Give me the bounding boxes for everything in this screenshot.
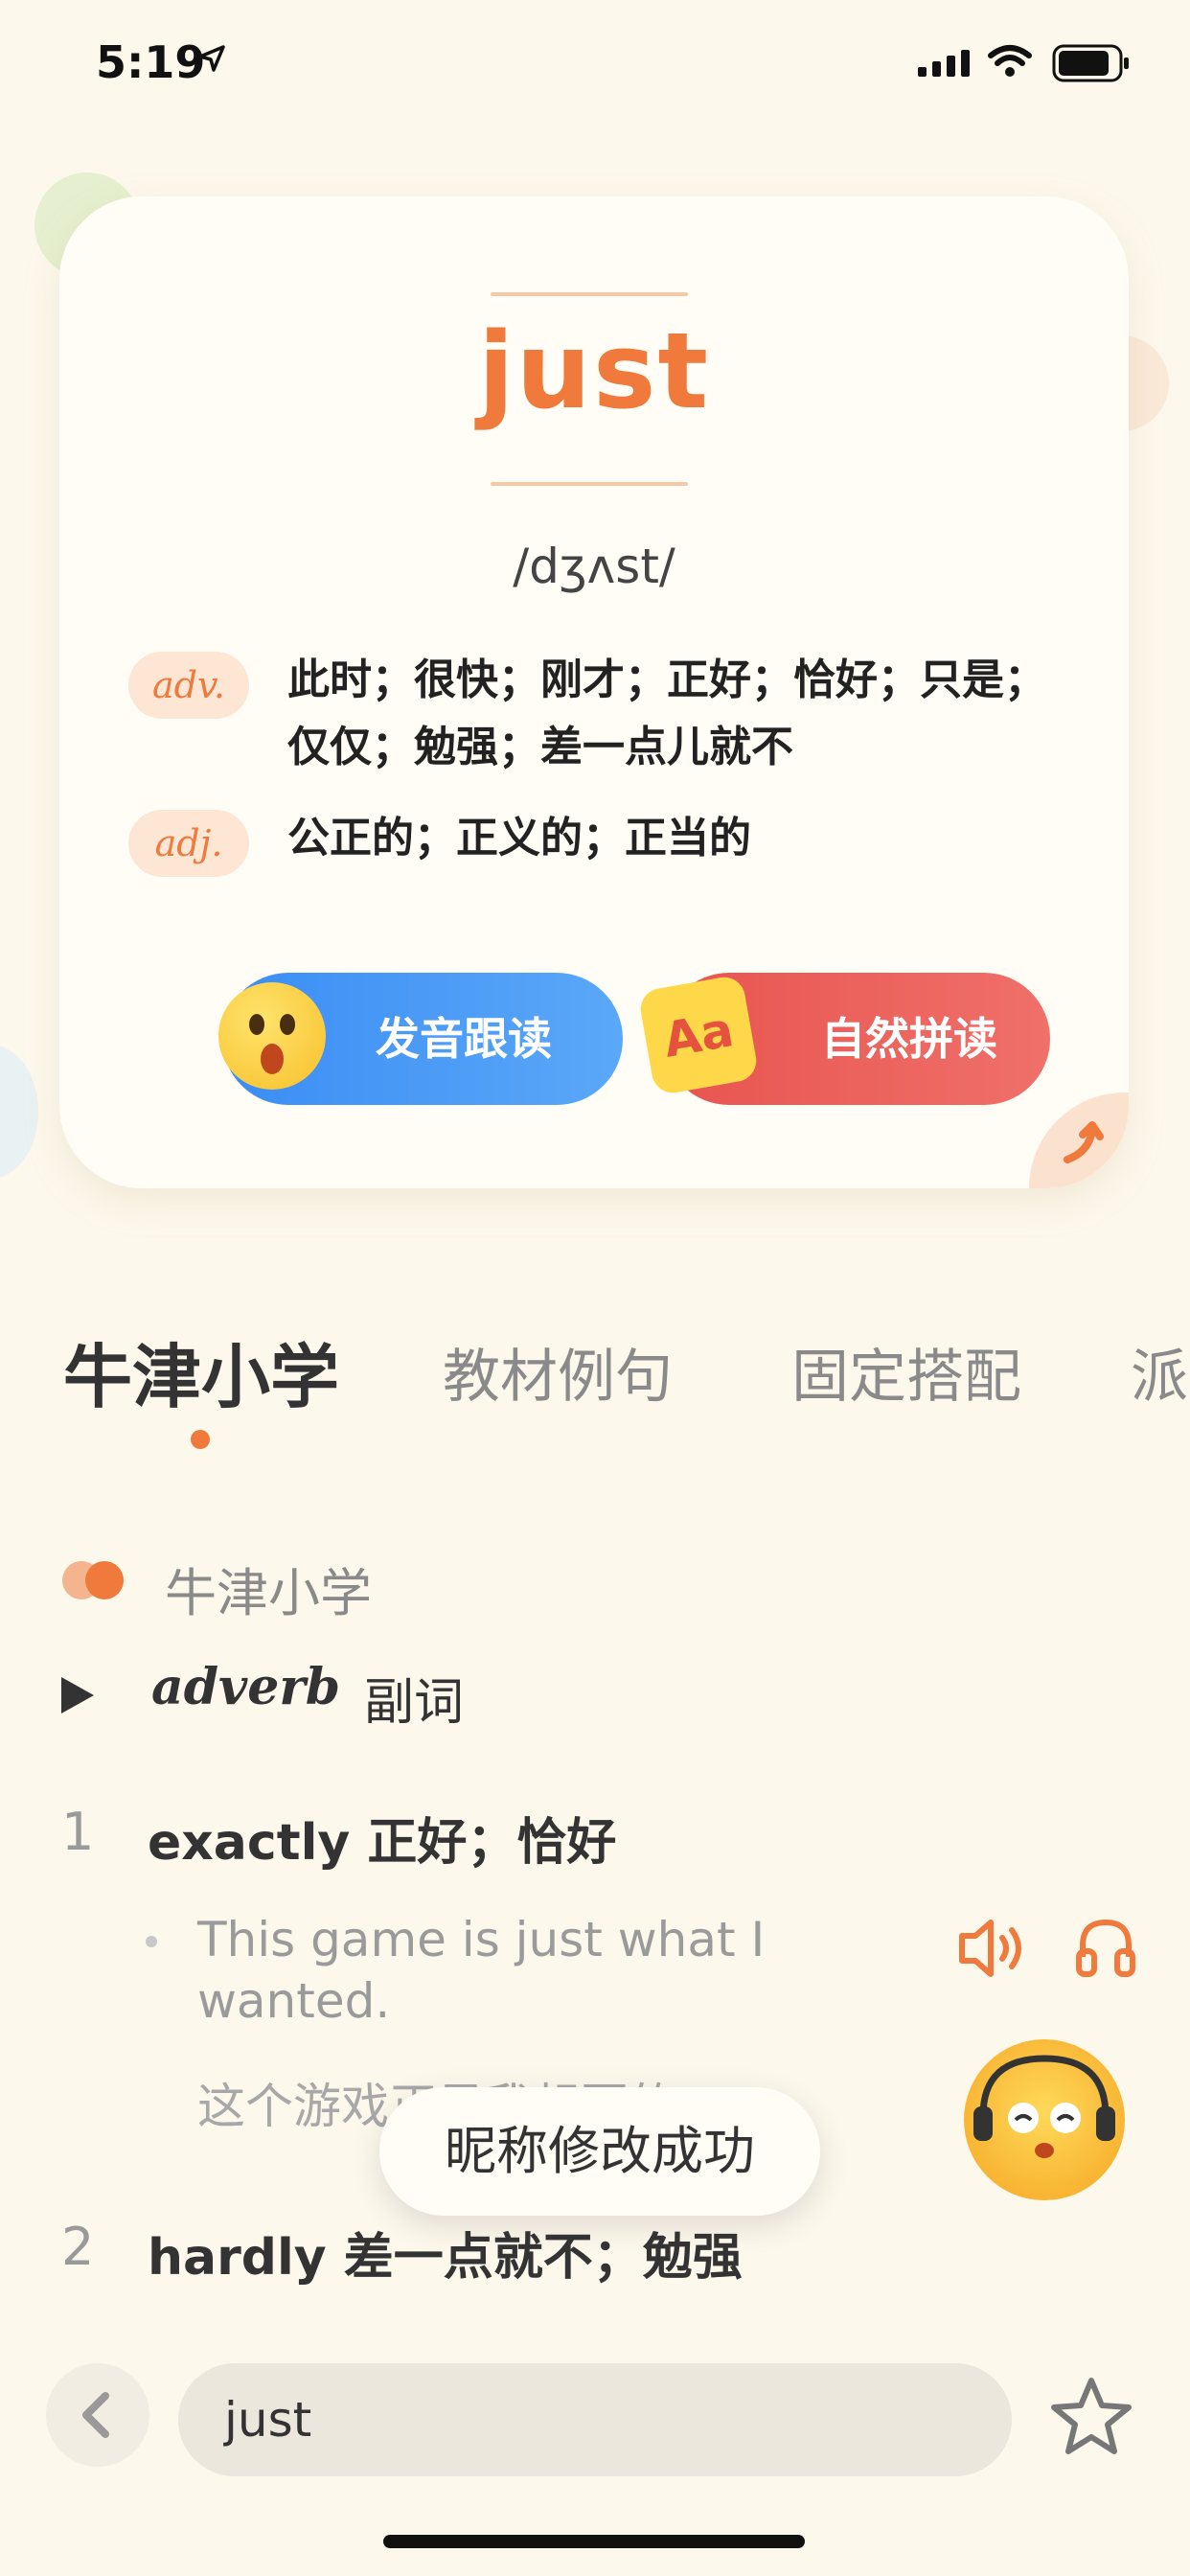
example-bullet: [146, 1936, 157, 1947]
example-sentence-en: This game is just what I wanted.: [197, 1912, 766, 2029]
definition-adj: 公正的；正义的；正当的: [287, 814, 751, 862]
pos-tag-adj: adj.: [128, 810, 249, 877]
tab-oxford-primary[interactable]: 牛津小学: [63, 1321, 339, 1421]
sense-number-2: 2: [61, 2217, 95, 2277]
tab-textbook-examples[interactable]: 教材例句: [443, 1330, 673, 1414]
play-icon[interactable]: [61, 1677, 94, 1714]
pos-tag-adv: adv.: [128, 652, 249, 719]
headword: just: [477, 310, 711, 432]
word-card: just /dʒʌst/ adv. 此时；很快；刚才；正好；恰好；只是；仅仅；勉…: [59, 196, 1129, 1188]
curl-arrow-icon: [1064, 1121, 1104, 1163]
toast-message: 昵称修改成功: [379, 2087, 820, 2216]
phonetic[interactable]: /dʒʌst/: [59, 539, 1129, 594]
status-bar: 5:19: [0, 0, 1190, 125]
headphone-icon[interactable]: [1075, 1915, 1136, 1978]
word-top-line: [491, 292, 688, 296]
sense-number-1: 1: [61, 1802, 95, 1862]
search-input[interactable]: just: [178, 2363, 1012, 2476]
definition-adv: 此时；很快；刚才；正好；恰好；只是；仅仅；勉强；差一点儿就不: [287, 656, 1046, 771]
home-indicator: [383, 2535, 805, 2548]
decorative-circle-blue: [0, 1045, 38, 1179]
chevron-left-icon: [82, 2392, 109, 2438]
active-tab-indicator: [191, 1430, 210, 1449]
tab-derivatives[interactable]: 派生: [1131, 1330, 1190, 1414]
word-bottom-line: [491, 482, 688, 486]
part-of-speech-zh: 副词: [364, 1674, 465, 1732]
dictionary-source-icon: [62, 1561, 124, 1599]
status-time: 5:19: [96, 36, 206, 88]
part-of-speech-en: adverb: [151, 1658, 341, 1716]
wifi-icon: [988, 45, 1032, 77]
pronunciation-practice-button[interactable]: 发音跟读: [218, 973, 623, 1105]
star-icon[interactable]: [1048, 2375, 1134, 2459]
mascot-assistant-icon[interactable]: [964, 2039, 1125, 2200]
flip-card-button[interactable]: [1029, 1092, 1129, 1188]
back-button[interactable]: [46, 2363, 149, 2467]
sense-1: exactly 正好；恰好: [148, 1814, 617, 1872]
battery-icon: [1052, 44, 1129, 82]
cellular-signal-icon: [918, 50, 970, 77]
phonics-button[interactable]: Aa 自然拼读: [637, 973, 1050, 1105]
location-arrow-icon: [198, 45, 225, 72]
tab-collocations[interactable]: 固定搭配: [791, 1330, 1021, 1414]
sense-2: hardly 差一点就不；勉强: [148, 2229, 743, 2287]
pronunciation-button-label: 发音跟读: [376, 1013, 552, 1065]
search-input-value: just: [224, 2392, 312, 2448]
speaker-icon[interactable]: [954, 1915, 1031, 1982]
section-title: 牛津小学: [165, 1563, 372, 1623]
phonics-button-label: 自然拼读: [821, 1013, 997, 1065]
